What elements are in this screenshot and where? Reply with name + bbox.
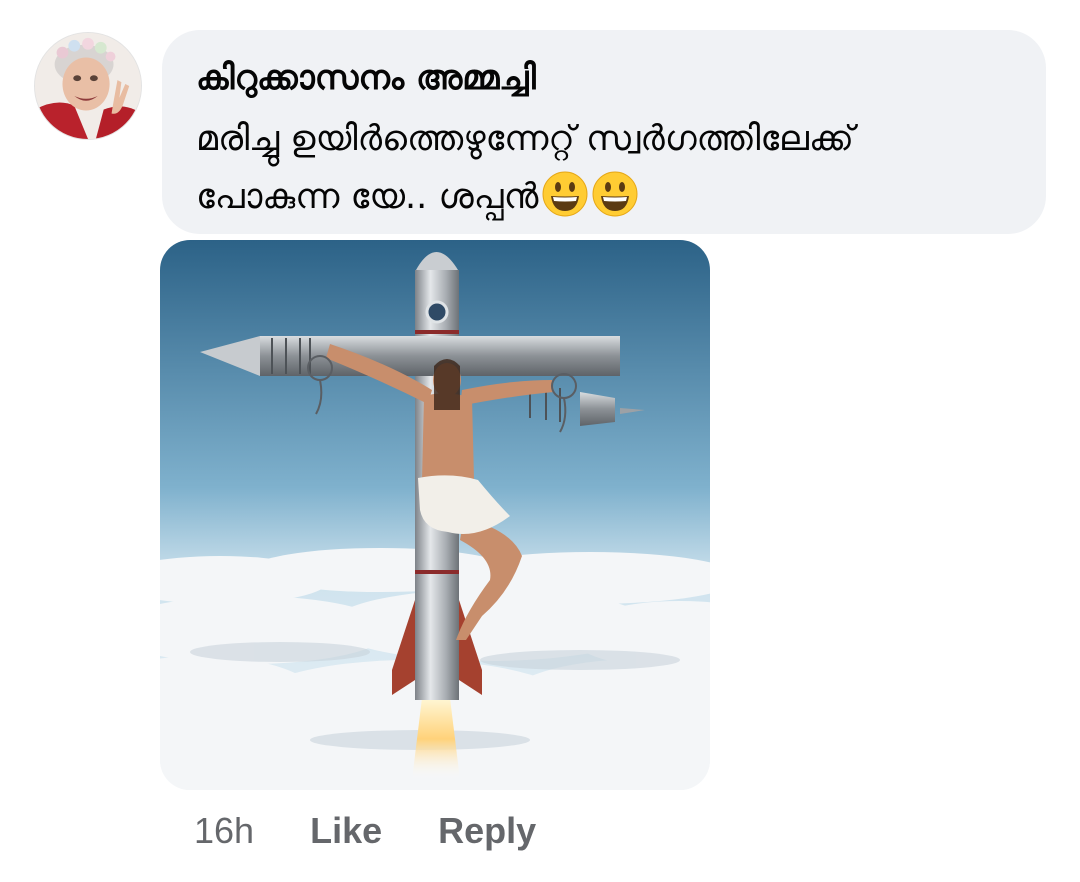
comment-actions: 16h Like Reply (194, 806, 536, 856)
comment-text: മരിച്ചു ഉയിർത്തെഴുന്നേറ്റ് സ്വർഗത്തിലേക്… (196, 110, 1010, 226)
comment-attached-image[interactable] (160, 240, 710, 790)
grinning-face-emoji-icon (542, 171, 588, 217)
avatar-photo (35, 33, 141, 139)
commenter-avatar[interactable] (34, 32, 142, 140)
grinning-face-emoji-icon (592, 171, 638, 217)
rocket-cross-image (160, 240, 710, 790)
comment-text-line-2: പോകുന്ന യേ.. ശപ്പൻ (196, 168, 1010, 226)
reply-button[interactable]: Reply (438, 810, 536, 852)
comment-text-line-1: മരിച്ചു ഉയിർത്തെഴുന്നേറ്റ് സ്വർഗത്തിലേക്… (196, 119, 854, 159)
comment-author-name[interactable]: കിറുക്കാസനം അമ്മച്ചി (196, 56, 1010, 100)
comment-timestamp[interactable]: 16h (194, 810, 254, 852)
comment-bubble: കിറുക്കാസനം അമ്മച്ചി മരിച്ചു ഉയിർത്തെഴുന… (162, 30, 1046, 234)
like-button[interactable]: Like (310, 810, 382, 852)
comment-text-line-2-text: പോകുന്ന യേ.. ശപ്പൻ (196, 177, 539, 217)
